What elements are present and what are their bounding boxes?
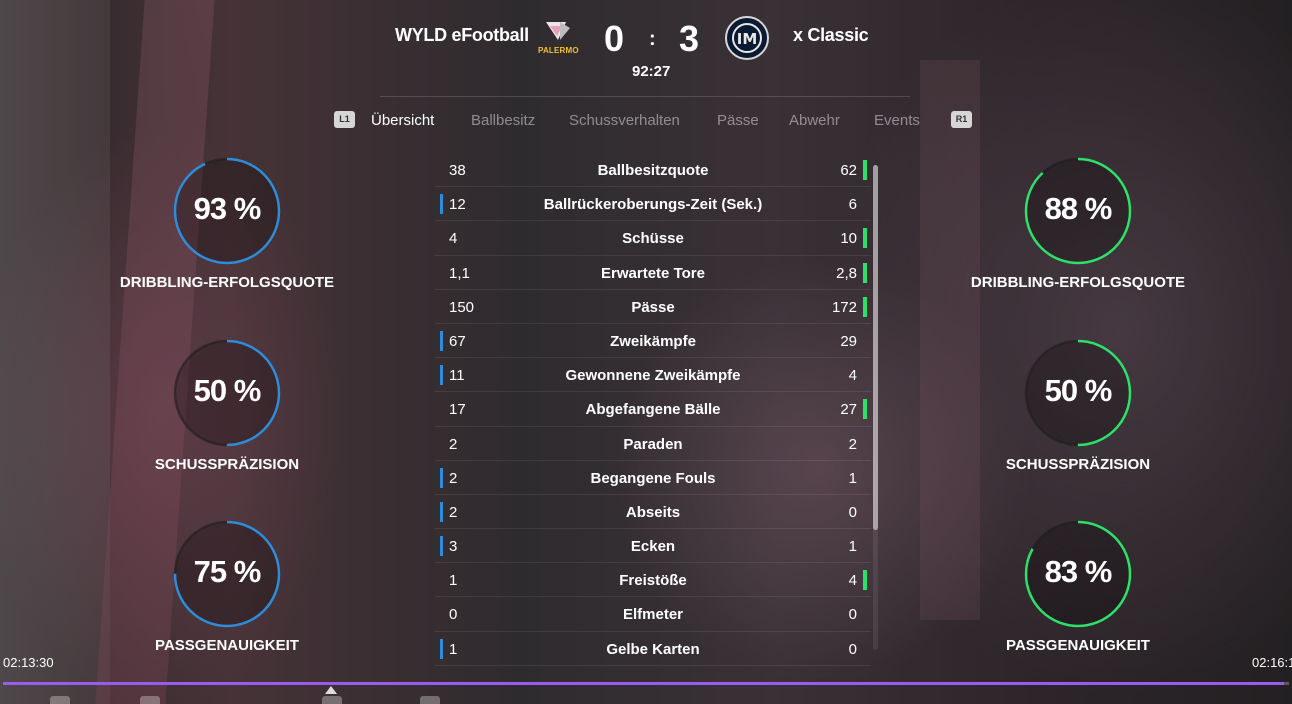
stat-label: Paraden [623,435,683,453]
away-stat-value: 62 [840,162,857,179]
match-clock: 92:27 [632,63,671,80]
palermo-logo: PALERMO [536,18,580,58]
away-shot-accuracy-ring: 50 % [1024,339,1132,447]
tab-paesse[interactable]: Pässe [717,112,759,129]
tab-abwehr[interactable]: Abwehr [789,112,840,129]
away-stat-value: 4 [848,367,857,385]
stat-row: 67 Zweikämpfe 29 [435,324,871,359]
away-score: 3 [679,18,700,59]
svg-text:IM: IM [737,30,758,48]
home-pass-accuracy-ring: 75 % [173,520,281,628]
home-shot-accuracy-ring: 50 % [173,339,281,447]
stat-label: Begangene Fouls [590,469,716,487]
stat-row: 38 Ballbesitzquote 62 [435,153,871,188]
away-lead-bar [863,160,867,180]
stat-label: Schüsse [622,230,684,248]
nav-right-hint-icon [420,696,440,704]
away-dribbling-ring: 88 % [1024,157,1132,265]
away-stat-value: 0 [848,503,857,521]
away-stat-value: 1 [848,469,857,487]
inter-logo: IM [725,16,769,60]
tab-schussverhalten[interactable]: Schussverhalten [569,112,680,129]
scroll-hint-icon [322,696,342,704]
ring-value: 75 % [193,554,262,589]
stat-row: 1 Gelbe Karten 0 [435,632,871,666]
ring-value: 93 % [193,191,262,226]
home-dribbling-ring: 93 % [173,157,281,265]
back-hint-icon [50,696,70,704]
tab-ballbesitz[interactable]: Ballbesitz [471,112,535,129]
away-pass-accuracy-label: PASSGENAUIGKEIT [1006,637,1150,654]
away-stat-value: 4 [848,572,857,590]
away-stat-value: 6 [848,196,857,214]
stat-label: Abseits [625,503,681,521]
stat-row: 3 Ecken 1 [435,529,871,564]
away-team-name: x Classic [793,25,869,45]
away-pass-accuracy-ring: 83 % [1024,520,1132,628]
ring-value: 50 % [193,373,262,408]
ring-value: 88 % [1044,191,1113,226]
scrubber-marker-icon[interactable] [325,686,337,694]
header-divider [380,96,910,97]
nav-left-hint-icon [140,696,160,704]
stat-row: 11 Gewonnene Zweikämpfe 4 [435,358,871,393]
stat-row: 17 Abgefangene Bälle 27 [435,392,871,427]
stat-row: 0 Elfmeter 0 [435,597,871,632]
away-stat-value: 10 [840,230,857,248]
ring-value: 83 % [1044,554,1113,589]
home-dribbling-label: DRIBBLING-ERFOLGSQUOTE [119,274,335,291]
away-lead-bar [863,399,867,420]
away-stat-value: 2,8 [836,264,857,282]
away-shot-accuracy-label: SCHUSSPRÄZISION [1005,456,1151,473]
score-separator: : [649,28,656,50]
stat-row: 2 Abseits 0 [435,495,871,530]
home-shot-accuracy-label: SCHUSSPRÄZISION [154,456,300,473]
video-end-time: 02:16:1 [1252,655,1292,670]
stat-label: Freistöße [619,572,687,590]
ring-value: 50 % [1044,373,1113,408]
away-lead-bar [863,296,867,317]
away-lead-bar [863,228,867,249]
stat-label: Gewonnene Zweikämpfe [565,367,741,385]
away-stat-value: 27 [840,401,857,419]
stat-row: 2 Begangene Fouls 1 [435,461,871,495]
away-stat-value: 0 [848,606,857,624]
stat-label: Zweikämpfe [610,332,696,350]
away-dribbling-label: DRIBBLING-ERFOLGSQUOTE [970,274,1186,291]
home-pass-accuracy-label: PASSGENAUIGKEIT [155,637,299,654]
stat-row: 1,1 Erwartete Tore 2,8 [435,256,871,290]
l1-button-icon[interactable]: L1 [334,111,355,128]
match-header: WYLD eFootball PALERMO 0 : 3 IM x Classi… [0,0,1292,100]
stat-label: Erwartete Tore [601,264,705,282]
home-team-name: WYLD eFootball [395,25,529,45]
video-progress-fill[interactable] [3,682,1284,685]
stat-label: Pässe [631,298,675,316]
stat-row: 4 Schüsse 10 [435,221,871,256]
stat-label: Abgefangene Bälle [585,401,721,419]
away-stat-value: 172 [831,298,857,316]
r1-button-icon[interactable]: R1 [951,111,972,128]
away-lead-bar [863,570,867,591]
stat-row: 150 Pässe 172 [435,290,871,324]
away-stat-value: 1 [848,538,857,556]
stat-label: Ballbesitzquote [597,162,709,179]
away-stat-value: 0 [848,640,857,658]
stat-label: Ballrückeroberungs-Zeit (Sek.) [543,196,763,214]
stat-row: 12 Ballrückeroberungs-Zeit (Sek.) 6 [435,187,871,222]
home-score: 0 [604,18,625,59]
stat-row: 1 Freistöße 4 [435,563,871,598]
tab-events[interactable]: Events [874,112,920,129]
away-stat-value: 29 [840,332,857,350]
stat-row: 2 Paraden 2 [435,427,871,461]
stat-label: Elfmeter [622,606,684,624]
stats-scrollbar-thumb[interactable] [873,165,878,530]
tab-uebersicht[interactable]: Übersicht [371,112,434,129]
away-lead-bar [863,262,867,283]
stat-label: Gelbe Karten [606,640,700,658]
video-current-time: 02:13:30 [3,655,54,670]
stats-table[interactable]: 38 Ballbesitzquote 62 12 Ballrückeroberungs-… [435,153,871,666]
stat-label: Ecken [630,538,676,556]
away-stat-value: 2 [848,435,857,453]
